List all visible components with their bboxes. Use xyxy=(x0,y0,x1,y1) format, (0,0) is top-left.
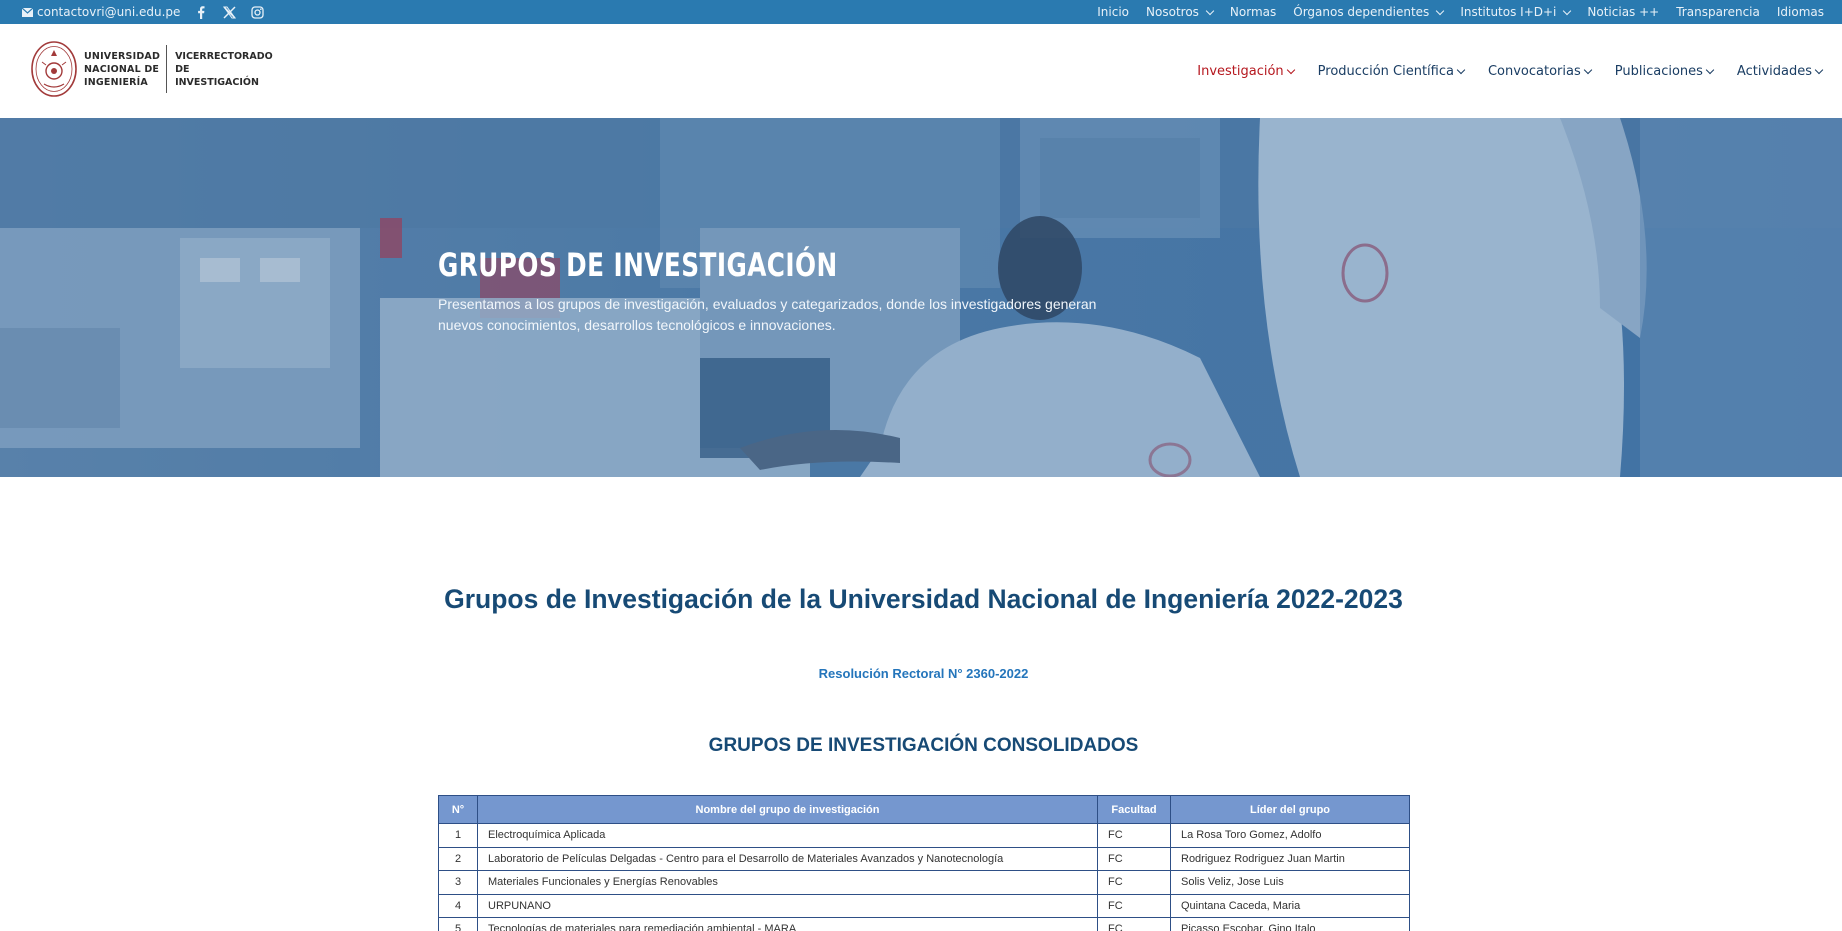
mail-icon xyxy=(22,7,33,17)
nav-item-3[interactable]: Publicaciones xyxy=(1614,63,1715,79)
nav-item-label: Actividades xyxy=(1736,63,1812,79)
cell-number: 5 xyxy=(438,917,478,931)
cell-group-name: Electroquímica Aplicada xyxy=(477,823,1098,848)
topbar-link-1[interactable]: Nosotros xyxy=(1146,5,1215,19)
table-row: 5 Tecnologías de materiales para remediac… xyxy=(438,917,1410,931)
topbar-link-label: Normas xyxy=(1229,5,1277,19)
cell-group-name: Materiales Funcionales y Energías Renova… xyxy=(477,870,1098,895)
hero-description: Presentamos a los grupos de investigació… xyxy=(438,296,1097,333)
topbar-link-label: Institutos I+D+i xyxy=(1460,5,1557,19)
section-subtitle: GRUPOS DE INVESTIGACIÓN CONSOLIDADOS xyxy=(708,735,1139,756)
cell-leader: Quintana Caceda, Maria xyxy=(1170,893,1410,918)
site-logo[interactable]: UNIVERSIDAD NACIONAL DE INGENIERÍA VICER… xyxy=(30,40,273,98)
nav-item-label: Producción Científica xyxy=(1317,63,1454,79)
topbar-link-label: Órganos dependientes xyxy=(1293,5,1430,19)
chevron-down-icon xyxy=(1205,6,1215,15)
topbar-link-4[interactable]: Institutos I+D+i xyxy=(1460,5,1572,19)
nav-item-label: Investigación xyxy=(1197,63,1284,79)
nav-item-label: Publicaciones xyxy=(1614,63,1703,79)
contact-email-link[interactable]: contactovri@uni.edu.pe xyxy=(22,5,180,19)
col-header-leader: Líder del grupo xyxy=(1170,795,1410,824)
logo-divider xyxy=(166,45,168,93)
hero-title: GRUPOS DE INVESTIGACIÓN xyxy=(438,246,838,284)
contact-email-text: contactovri@uni.edu.pe xyxy=(37,5,181,19)
logo-text-line: INGENIERÍA xyxy=(84,76,148,88)
research-groups-table: N° Nombre del grupo de investigación Fac… xyxy=(438,795,1410,931)
chevron-down-icon xyxy=(1583,65,1592,74)
hero-banner: GRUPOS DE INVESTIGACIÓN Presentamos a lo… xyxy=(0,118,1842,477)
topbar-link-3[interactable]: Órganos dependientes xyxy=(1293,5,1445,19)
logo-text-line: UNIVERSIDAD xyxy=(84,50,161,62)
cell-leader: Picasso Escobar, Gino Italo xyxy=(1170,917,1410,931)
topbar-link-label: Idiomas xyxy=(1776,5,1824,19)
instagram-icon[interactable] xyxy=(250,5,264,19)
facebook-icon[interactable] xyxy=(194,5,208,19)
site-header: UNIVERSIDAD NACIONAL DE INGENIERÍA VICER… xyxy=(0,24,1842,118)
main-navigation: Investigación Producción Científica Convoc… xyxy=(1197,24,1824,118)
logo-text-line: DE xyxy=(175,63,190,75)
topbar-link-label: Nosotros xyxy=(1146,5,1199,19)
nav-item-0[interactable]: Investigación xyxy=(1197,63,1295,79)
table-row: 3 Materiales Funcionales y Energías Renov… xyxy=(438,870,1410,895)
col-header-group-name: Nombre del grupo de investigación xyxy=(477,795,1098,824)
page-title: Grupos de Investigación de la Universida… xyxy=(444,584,1403,614)
chevron-down-icon xyxy=(1563,6,1572,15)
topbar-link-0[interactable]: Inicio xyxy=(1097,5,1129,19)
cell-number: 3 xyxy=(438,870,478,895)
col-header-number: N° xyxy=(438,795,478,824)
topbar-link-label: Noticias ++ xyxy=(1587,5,1660,19)
topbar-link-label: Inicio xyxy=(1097,5,1130,19)
cell-faculty: FC xyxy=(1097,846,1171,871)
topbar-link-6[interactable]: Transparencia xyxy=(1676,5,1760,19)
cell-group-name: URPUNANO xyxy=(477,893,1098,918)
cell-number: 2 xyxy=(438,846,478,871)
resolution-link[interactable]: Resolución Rectoral N° 2360-2022 xyxy=(430,666,1417,681)
cell-faculty: FC xyxy=(1097,823,1171,848)
chevron-down-icon xyxy=(1814,65,1824,74)
cell-number: 1 xyxy=(438,823,478,848)
topbar-link-5[interactable]: Noticias ++ xyxy=(1587,5,1659,19)
nav-item-1[interactable]: Producción Científica xyxy=(1317,63,1466,79)
x-icon[interactable] xyxy=(222,5,236,19)
nav-item-label: Convocatorias xyxy=(1487,63,1581,79)
cell-faculty: FC xyxy=(1097,870,1171,895)
nav-item-2[interactable]: Convocatorias xyxy=(1487,63,1592,79)
top-bar: contactovri@uni.edu.pe Inicio Nosotros Nor… xyxy=(0,0,1842,24)
logo-text-line: VICERRECTORADO xyxy=(175,50,273,62)
chevron-down-icon xyxy=(1286,65,1295,74)
cell-leader: Rodriguez Rodriguez Juan Martin xyxy=(1170,846,1410,871)
topbar-link-2[interactable]: Normas xyxy=(1230,5,1276,19)
chevron-down-icon xyxy=(1705,65,1715,74)
cell-leader: La Rosa Toro Gomez, Adolfo xyxy=(1170,823,1410,848)
nav-item-4[interactable]: Actividades xyxy=(1736,63,1824,79)
chevron-down-icon xyxy=(1456,65,1466,74)
logo-text-line: INVESTIGACIÓN xyxy=(175,76,259,88)
cell-faculty: FC xyxy=(1097,917,1171,931)
col-header-faculty: Facultad xyxy=(1097,795,1171,824)
cell-number: 4 xyxy=(438,893,478,918)
logo-text-line: NACIONAL DE xyxy=(84,63,160,75)
table-row: 1 Electroquímica Aplicada FC La Rosa Toro G… xyxy=(438,823,1410,848)
cell-group-name: Tecnologías de materiales para remediaci… xyxy=(477,917,1098,931)
uni-seal-logo xyxy=(31,41,77,97)
cell-group-name: Laboratorio de Películas Delgadas - Cent… xyxy=(477,846,1098,871)
topbar-link-label: Transparencia xyxy=(1676,5,1760,19)
cell-leader: Solis Veliz, Jose Luis xyxy=(1170,870,1410,895)
cell-faculty: FC xyxy=(1097,893,1171,918)
topbar-link-7[interactable]: Idiomas xyxy=(1777,5,1824,19)
table-header-row: N° Nombre del grupo de investigación Fac… xyxy=(438,795,1410,824)
table-row: 4 URPUNANO FC Quintana Caceda, Maria xyxy=(438,893,1410,918)
table-row: 2 Laboratorio de Películas Delgadas - Cen… xyxy=(438,846,1410,871)
chevron-down-icon xyxy=(1436,6,1445,15)
